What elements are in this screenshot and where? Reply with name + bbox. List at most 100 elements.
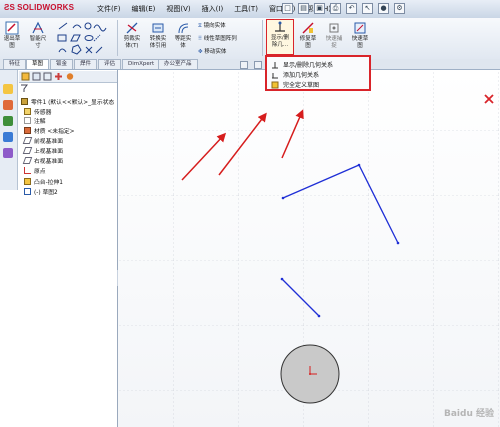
quick-snaps-label: 快速捕 捉 — [325, 36, 343, 49]
tab-features[interactable]: 特征 — [3, 59, 27, 69]
origin-point — [309, 373, 311, 375]
menu-file[interactable]: 文件(F) — [96, 4, 122, 14]
rectangle-tool-icon — [57, 34, 67, 42]
tree-item-label: (-) 草图2 — [34, 190, 58, 196]
polygon-tool-icon — [71, 44, 82, 55]
menu-item-add-relation[interactable]: 添加几何关系 — [271, 70, 319, 79]
tree-item[interactable]: 上视基准面 — [22, 146, 63, 155]
menu-tools[interactable]: 工具(T) — [233, 4, 259, 14]
menu-view[interactable]: 视图(V) — [165, 4, 191, 14]
arc-tool-icon — [72, 24, 82, 29]
fillet-tool-icon — [95, 46, 103, 54]
zoom-area-icon[interactable] — [254, 61, 262, 69]
exit-sketch-label: 退出草 图 — [3, 36, 21, 49]
sketch-tools-grid[interactable] — [56, 20, 114, 56]
add-relation-icon — [272, 72, 278, 78]
design-library-icon[interactable] — [3, 100, 13, 110]
menu-item-label: 添加几何关系 — [283, 72, 320, 79]
show-relations-label: 显示/删 除几... — [270, 35, 290, 48]
open-file-icon[interactable]: ▤ — [298, 3, 309, 14]
part-icon — [21, 98, 28, 105]
smart-dimension-label: 智能尺 寸 — [29, 36, 47, 49]
linear-pattern-label: 线性草图阵列 — [203, 36, 237, 42]
origin-icon — [24, 167, 31, 174]
command-manager-ribbon: 退出草 图 智能尺 寸 剪裁实 体(T) 转换实 体引用 等距实 体 ⧖ 镜向实… — [0, 18, 500, 60]
tree-item-label: 上视基准面 — [34, 149, 63, 155]
tree-item-label: 材质 <未指定> — [34, 129, 75, 135]
convert-entities-button[interactable]: 转换实 体引用 — [146, 21, 170, 50]
close-sketch-icon[interactable] — [482, 92, 496, 106]
new-file-icon[interactable]: □ — [282, 3, 293, 14]
exit-sketch-button[interactable]: 退出草 图 — [3, 21, 21, 50]
linear-pattern-icon: ⠿ — [198, 36, 203, 42]
menu-item-display-delete-relations[interactable]: 显示/删除几何关系 — [271, 60, 333, 69]
tree-item-label: 注解 — [34, 119, 46, 125]
appearances-icon[interactable] — [3, 148, 13, 158]
zoom-fit-icon[interactable] — [240, 61, 248, 69]
quick-snaps-button[interactable]: 快速捕 捉 — [323, 21, 345, 50]
tab-evaluate[interactable]: 评估 — [98, 59, 122, 69]
select-icon[interactable]: ↖ — [362, 3, 373, 14]
tab-dimxpert[interactable]: DimXpert — [122, 59, 161, 69]
panel-tab-icons[interactable] — [19, 71, 117, 82]
sketch-endpoint — [396, 241, 400, 245]
tree-item[interactable]: 材质 <未指定> — [24, 126, 75, 135]
menu-insert[interactable]: 插入(I) — [201, 4, 225, 14]
file-explorer-icon[interactable] — [3, 116, 13, 126]
sketch-endpoint — [317, 314, 321, 318]
save-icon[interactable]: ▣ — [314, 3, 325, 14]
mirror-label: 镜向实体 — [203, 23, 226, 29]
sensor-icon[interactable] — [3, 84, 13, 94]
quick-access-toolbar: □ ▤ ▣ ⎙ ↶ ↖ ● ⚙ — [282, 3, 405, 14]
offset-label: 等距实 体 — [174, 36, 192, 49]
sketch-endpoint — [357, 163, 361, 167]
relations-icon — [275, 21, 285, 32]
print-icon[interactable]: ⎙ — [330, 3, 341, 14]
tree-root[interactable]: 零件1 (默认<<默认>_显示状态 — [21, 97, 114, 106]
trim-entities-button[interactable]: 剪裁实 体(T) — [121, 21, 143, 50]
rapid-sketch-button[interactable]: 快速草 图 — [349, 21, 371, 50]
tree-item[interactable]: 前视基准面 — [22, 136, 63, 145]
convert-icon — [152, 23, 164, 33]
relations-dropdown-menu: 显示/删除几何关系 添加几何关系 完全定义草图 — [265, 55, 371, 91]
undo-icon[interactable]: ↶ — [346, 3, 357, 14]
offset-entities-button[interactable]: 等距实 体 — [172, 21, 194, 50]
tab-sketch[interactable]: 草图 — [26, 59, 50, 69]
smart-dimension-button[interactable]: 智能尺 寸 — [27, 21, 49, 50]
menu-edit[interactable]: 编辑(E) — [131, 4, 157, 14]
tree-item-label: 凸台-拉伸1 — [34, 180, 63, 186]
show-relations-button[interactable]: 显示/删 除几... — [266, 19, 294, 55]
configuration-icon — [43, 72, 52, 81]
graphics-area[interactable]: Baidu 经验 — [118, 70, 500, 427]
move-entities-button[interactable]: ✥ 移动实体 — [198, 47, 226, 55]
parallelogram-tool-icon — [70, 34, 81, 42]
options-icon[interactable]: ⚙ — [394, 3, 405, 14]
menu-item-fully-define-sketch[interactable]: 完全定义草图 — [271, 80, 319, 89]
linear-pattern-button[interactable]: ⠿ 线性草图阵列 — [198, 34, 237, 42]
sketch-canvas[interactable] — [118, 70, 500, 427]
tab-office-products[interactable]: 办公室产品 — [158, 59, 198, 69]
tree-item[interactable]: 右视基准面 — [22, 156, 63, 165]
move-label: 移动实体 — [204, 49, 227, 55]
display-manager-icon — [66, 73, 74, 80]
tree-item[interactable]: 凸台-拉伸1 — [24, 177, 63, 186]
annotations-icon — [24, 117, 31, 124]
tree-item[interactable]: 注解 — [24, 116, 46, 125]
tree-item[interactable]: (-) 草图2 — [24, 187, 58, 196]
tab-sheet-metal[interactable]: 钣金 — [50, 59, 74, 69]
tree-item[interactable]: 传感器 — [24, 107, 51, 116]
repair-sketch-button[interactable]: 修复草 图 — [297, 21, 319, 50]
rebuild-icon[interactable]: ● — [378, 3, 389, 14]
extrude-icon — [24, 178, 31, 185]
tree-item-label: 传感器 — [34, 110, 52, 116]
panel-tabs — [19, 71, 117, 83]
repair-sketch-label: 修复草 图 — [299, 36, 317, 49]
mirror-entities-button[interactable]: ⧖ 镜向实体 — [198, 21, 226, 30]
view-palette-icon[interactable] — [3, 132, 13, 142]
plane-icon — [22, 137, 33, 144]
point-tool-icon — [85, 46, 93, 54]
task-pane-strip — [0, 70, 18, 190]
tab-weldments[interactable]: 焊件 — [74, 59, 98, 69]
property-manager-icon — [32, 72, 41, 81]
tree-item[interactable]: 原点 — [24, 166, 46, 175]
